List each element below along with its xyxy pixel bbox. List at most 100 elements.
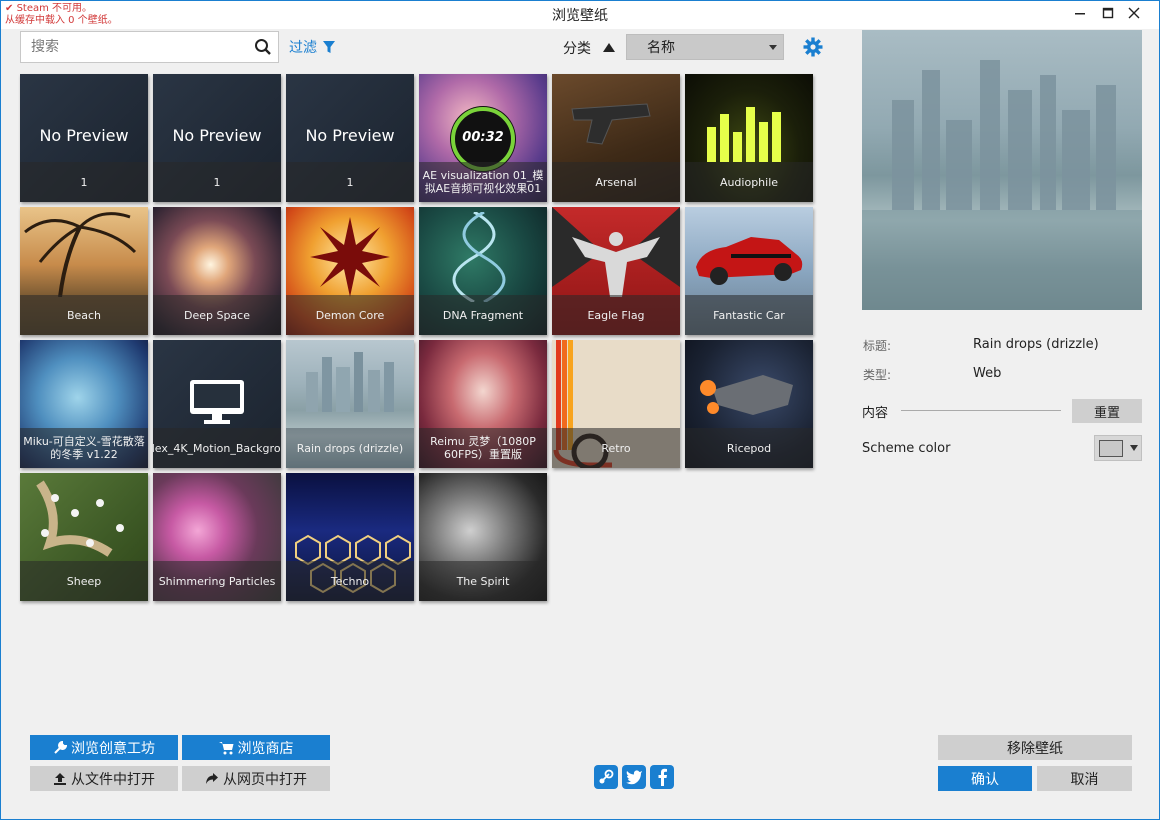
wallpaper-caption: Arsenal [552, 162, 680, 202]
wallpaper-tile[interactable]: Shimmering Particles [153, 473, 281, 601]
close-icon [1128, 7, 1140, 19]
wallpaper-caption: The Spirit [419, 561, 547, 601]
twitter-bird-icon [626, 770, 642, 785]
wallpaper-caption: Beach [20, 295, 148, 335]
wallpaper-tile[interactable]: Retro [552, 340, 680, 468]
window-title: 浏览壁纸 [552, 8, 608, 24]
wallpaper-preview-image [862, 30, 1142, 310]
wallpaper-tile[interactable]: Ricepod [685, 340, 813, 468]
wallpaper-caption: 1 [286, 162, 414, 202]
chevron-down-icon [769, 45, 777, 50]
color-swatch [1099, 440, 1123, 457]
share-arrow-icon [206, 772, 218, 784]
wallpaper-tile[interactable]: Demon Core [286, 207, 414, 335]
sort-select-value: 名称 [647, 40, 675, 56]
filter-label: 过滤 [289, 40, 317, 56]
wallpaper-caption: Demon Core [286, 295, 414, 335]
spaceship-image [700, 375, 793, 415]
filter-button[interactable]: 过滤 [289, 37, 335, 57]
no-preview-text: No Preview [39, 126, 129, 145]
wallpaper-tile[interactable]: 00:32 AE visualization 01_模拟AE音频可视化效果01 [419, 74, 547, 202]
wallpaper-caption: Shimmering Particles [153, 561, 281, 601]
palm-tree-image [24, 212, 137, 297]
wallpaper-tile[interactable]: No Preview 1 [286, 74, 414, 202]
no-preview-text: No Preview [305, 126, 395, 145]
remove-wallpaper-button[interactable]: 移除壁纸 [938, 735, 1132, 760]
ok-button[interactable]: 确认 [938, 766, 1032, 791]
equalizer-bars-image [707, 107, 781, 162]
wallpaper-tile[interactable]: Fantastic Car [685, 207, 813, 335]
wallpaper-tile[interactable]: Audiophile [685, 74, 813, 202]
facebook-logo-icon [658, 768, 667, 786]
wallpaper-caption: AE visualization 01_模拟AE音频可视化效果01 [419, 162, 547, 202]
dna-helix-image [452, 212, 506, 302]
pistol-image [571, 103, 651, 145]
twitter-icon[interactable] [622, 765, 646, 789]
wallpaper-caption: 1 [20, 162, 148, 202]
close-button[interactable] [1111, 1, 1157, 25]
wallpaper-caption: Eagle Flag [552, 295, 680, 335]
gear-icon[interactable] [803, 37, 823, 57]
wallpaper-tile[interactable]: Eagle Flag [552, 207, 680, 335]
wallpaper-caption: Miku-可自定义-雪花散落的冬季 v1.22 [20, 428, 148, 468]
browse-store-button[interactable]: 浏览商店 [182, 735, 330, 760]
reset-button[interactable]: 重置 [1072, 399, 1142, 423]
search-icon[interactable] [254, 38, 272, 56]
title-value: Rain drops (drizzle) [973, 337, 1099, 352]
wallpaper-tile[interactable]: Sheep [20, 473, 148, 601]
wallpaper-tile[interactable]: Molecular_Plex_4K_Motion_Background_Loop… [153, 340, 281, 468]
sort-ascending-icon[interactable] [602, 41, 616, 53]
sort-select[interactable]: 名称 [626, 34, 784, 60]
wallpaper-tile[interactable]: Techno [286, 473, 414, 601]
wallpaper-caption: Ricepod [685, 428, 813, 468]
wallpaper-caption: Deep Space [153, 295, 281, 335]
title-label: 标题: [863, 339, 892, 353]
wallpaper-tile[interactable]: Deep Space [153, 207, 281, 335]
steam-logo-icon [599, 769, 614, 784]
wallpaper-caption: Retro [552, 428, 680, 468]
spiked-core-image [310, 217, 390, 297]
wallpaper-tile[interactable]: No Preview 1 [153, 74, 281, 202]
facebook-icon[interactable] [650, 765, 674, 789]
wallpaper-tile[interactable]: No Preview 1 [20, 74, 148, 202]
upload-icon [54, 772, 66, 785]
wallpaper-tile[interactable]: Miku-可自定义-雪花散落的冬季 v1.22 [20, 340, 148, 468]
wallpaper-caption: 1 [153, 162, 281, 202]
sort-label: 分类 [563, 41, 591, 57]
browse-store-label: 浏览商店 [237, 740, 294, 757]
wallpaper-tile-selected[interactable]: Rain drops (drizzle) [286, 340, 414, 468]
cart-icon [218, 741, 233, 754]
wallpaper-browser-window: ✔ Steam 不可用。 从缓存中载入 0 个壁纸。 浏览壁纸 过滤 分类 名称 [0, 0, 1160, 820]
wallpaper-tile[interactable]: DNA Fragment [419, 207, 547, 335]
wallpaper-grid: No Preview 1 No Preview 1 No Preview 1 0… [20, 74, 820, 604]
title-bar: ✔ Steam 不可用。 从缓存中载入 0 个壁纸。 浏览壁纸 [1, 1, 1159, 29]
open-from-web-button[interactable]: 从网页中打开 [182, 766, 330, 791]
sheep-field-image [36, 480, 124, 557]
search-input[interactable] [21, 32, 241, 62]
wallpaper-caption: Reimu 灵梦（1080P 60FPS）重置版 [419, 428, 547, 468]
wallpaper-caption: Audiophile [685, 162, 813, 202]
wallpaper-caption: Sheep [20, 561, 148, 601]
wrench-icon [54, 740, 67, 754]
browse-workshop-label: 浏览创意工坊 [71, 740, 155, 757]
city-skyline-image [306, 352, 394, 412]
wallpaper-caption: Techno [286, 561, 414, 601]
wallpaper-tile[interactable]: Reimu 灵梦（1080P 60FPS）重置版 [419, 340, 547, 468]
search-box [20, 31, 279, 63]
chevron-down-icon [1130, 445, 1138, 451]
wallpaper-tile[interactable]: Beach [20, 207, 148, 335]
red-car-image [696, 237, 803, 285]
wallpaper-tile[interactable]: The Spirit [419, 473, 547, 601]
scheme-color-picker[interactable] [1094, 435, 1142, 461]
wallpaper-caption: DNA Fragment [419, 295, 547, 335]
browse-workshop-button[interactable]: 浏览创意工坊 [30, 735, 178, 760]
type-label: 类型: [863, 368, 892, 382]
steam-icon[interactable] [594, 765, 618, 789]
cancel-button[interactable]: 取消 [1037, 766, 1132, 791]
wallpaper-caption: Rain drops (drizzle) [286, 428, 414, 468]
wallpaper-tile[interactable]: Arsenal [552, 74, 680, 202]
minimize-icon [1075, 13, 1085, 15]
filter-icon [323, 41, 335, 53]
eagle-emblem-image [552, 207, 680, 297]
open-from-file-button[interactable]: 从文件中打开 [30, 766, 178, 791]
